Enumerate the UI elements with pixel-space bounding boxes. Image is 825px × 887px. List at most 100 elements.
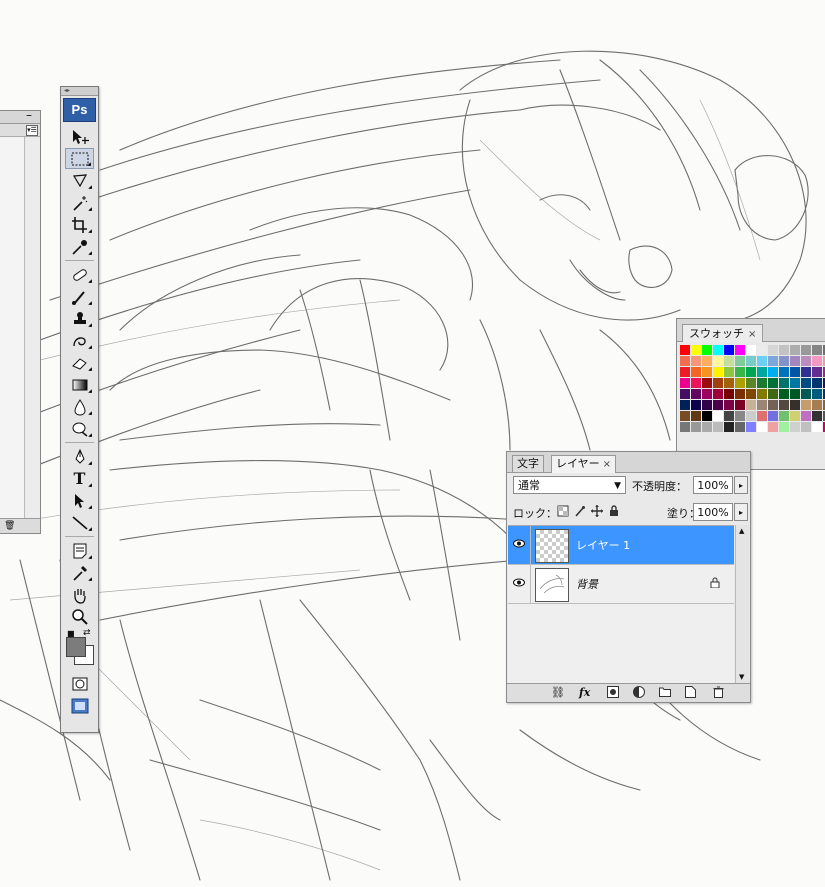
layer-thumbnail[interactable] bbox=[535, 568, 569, 602]
color-swatch[interactable] bbox=[724, 356, 734, 366]
color-swatch[interactable] bbox=[702, 367, 712, 377]
close-icon[interactable]: × bbox=[603, 459, 611, 470]
color-swatch[interactable] bbox=[713, 422, 723, 432]
quick-mask-button[interactable] bbox=[65, 673, 94, 694]
color-swatch[interactable] bbox=[779, 389, 789, 399]
color-swatch[interactable] bbox=[746, 411, 756, 421]
color-swatch[interactable] bbox=[779, 400, 789, 410]
color-swatch[interactable] bbox=[757, 422, 767, 432]
dodge-tool[interactable] bbox=[65, 418, 94, 439]
color-swatch[interactable] bbox=[746, 345, 756, 355]
gradient-tool[interactable] bbox=[65, 374, 94, 395]
color-swatch[interactable] bbox=[691, 411, 701, 421]
color-swatch[interactable] bbox=[746, 422, 756, 432]
color-swatch[interactable] bbox=[680, 367, 690, 377]
layers-scrollbar[interactable]: ▲ ▼ bbox=[735, 525, 749, 683]
tab-swatches[interactable]: スウォッチ × bbox=[682, 324, 764, 342]
magic-wand-tool[interactable] bbox=[65, 192, 94, 213]
color-swatch[interactable] bbox=[801, 422, 811, 432]
color-swatch[interactable] bbox=[779, 356, 789, 366]
color-swatch[interactable] bbox=[713, 378, 723, 388]
layer-mask-icon[interactable] bbox=[607, 686, 619, 702]
color-swatch[interactable] bbox=[812, 378, 822, 388]
opacity-input[interactable]: 100% bbox=[693, 476, 733, 494]
color-swatch[interactable] bbox=[735, 389, 745, 399]
fill-slider-button[interactable]: ▸ bbox=[734, 503, 748, 521]
color-swatch[interactable] bbox=[779, 378, 789, 388]
fill-input[interactable]: 100% bbox=[693, 503, 733, 521]
color-swatch[interactable] bbox=[768, 389, 778, 399]
color-swatch[interactable] bbox=[757, 367, 767, 377]
crop-tool[interactable] bbox=[65, 214, 94, 235]
lock-all-icon[interactable] bbox=[608, 505, 620, 517]
color-swatch[interactable] bbox=[790, 389, 800, 399]
blend-mode-select[interactable]: 通常 ▼ bbox=[513, 476, 626, 494]
toolbox-grip[interactable]: ◂▸ bbox=[61, 87, 98, 96]
fx-icon[interactable]: fx bbox=[579, 686, 590, 700]
color-swatch[interactable] bbox=[757, 411, 767, 421]
color-swatch[interactable] bbox=[691, 400, 701, 410]
foreground-color-swatch[interactable] bbox=[66, 637, 86, 657]
color-swatch[interactable] bbox=[812, 356, 822, 366]
zoom-tool[interactable] bbox=[65, 606, 94, 627]
color-swatch[interactable] bbox=[691, 345, 701, 355]
color-swatch[interactable] bbox=[680, 356, 690, 366]
color-swatch[interactable] bbox=[790, 422, 800, 432]
clone-stamp-tool[interactable] bbox=[65, 308, 94, 329]
color-swatch[interactable] bbox=[768, 422, 778, 432]
photoshop-logo[interactable]: Ps bbox=[63, 98, 96, 122]
layer-name[interactable]: レイヤー 1 bbox=[576, 537, 630, 553]
color-swatch[interactable] bbox=[691, 367, 701, 377]
history-brush-tool[interactable] bbox=[65, 330, 94, 351]
color-swatch[interactable] bbox=[801, 345, 811, 355]
type-tool[interactable]: T bbox=[65, 468, 94, 489]
color-swatch[interactable] bbox=[702, 400, 712, 410]
color-swatch[interactable] bbox=[691, 378, 701, 388]
scroll-down-icon[interactable]: ▼ bbox=[739, 673, 744, 681]
lock-position-icon[interactable] bbox=[591, 505, 603, 517]
new-group-icon[interactable] bbox=[659, 686, 671, 701]
color-swatch[interactable] bbox=[768, 378, 778, 388]
color-swatch[interactable] bbox=[768, 367, 778, 377]
path-selection-tool[interactable] bbox=[65, 490, 94, 511]
color-swatch[interactable] bbox=[801, 378, 811, 388]
color-swatch[interactable] bbox=[713, 345, 723, 355]
notes-tool[interactable] bbox=[65, 540, 94, 561]
color-swatch[interactable] bbox=[735, 367, 745, 377]
color-swatch[interactable] bbox=[801, 367, 811, 377]
new-layer-icon[interactable] bbox=[685, 686, 696, 702]
color-swatch[interactable] bbox=[724, 411, 734, 421]
layer-row-background[interactable]: 背景 bbox=[508, 565, 734, 604]
hand-tool[interactable] bbox=[65, 584, 94, 605]
color-swatch[interactable] bbox=[702, 422, 712, 432]
color-swatch[interactable] bbox=[735, 345, 745, 355]
color-swatch[interactable] bbox=[680, 389, 690, 399]
color-swatch[interactable] bbox=[812, 422, 822, 432]
tab-layers[interactable]: レイヤー × bbox=[551, 455, 617, 473]
color-swatch[interactable] bbox=[790, 367, 800, 377]
color-swatch[interactable] bbox=[812, 367, 822, 377]
color-swatch[interactable] bbox=[702, 356, 712, 366]
eye-icon[interactable] bbox=[510, 575, 528, 593]
brush-tool[interactable] bbox=[65, 286, 94, 307]
color-swatch[interactable] bbox=[702, 378, 712, 388]
healing-brush-tool[interactable] bbox=[65, 264, 94, 285]
color-swatch[interactable] bbox=[735, 411, 745, 421]
color-swatch[interactable] bbox=[790, 378, 800, 388]
move-tool[interactable] bbox=[65, 126, 94, 147]
line-tool[interactable] bbox=[65, 512, 94, 533]
color-swatch[interactable] bbox=[680, 422, 690, 432]
color-swatch[interactable] bbox=[724, 378, 734, 388]
minimize-icon[interactable]: – bbox=[26, 108, 32, 122]
color-swatch[interactable] bbox=[713, 389, 723, 399]
color-swatch[interactable] bbox=[812, 389, 822, 399]
adjustment-layer-icon[interactable] bbox=[633, 686, 645, 702]
color-swatch[interactable] bbox=[768, 400, 778, 410]
link-layers-icon[interactable]: ⛓ bbox=[551, 686, 565, 700]
trash-icon[interactable]: 🗑 bbox=[4, 521, 15, 531]
left-panel-scrollbar[interactable] bbox=[26, 137, 40, 519]
eye-icon[interactable] bbox=[510, 536, 528, 554]
color-swatch[interactable] bbox=[735, 378, 745, 388]
panel-menu-icon[interactable]: ▾☰ bbox=[26, 125, 38, 136]
color-swatch[interactable] bbox=[779, 422, 789, 432]
